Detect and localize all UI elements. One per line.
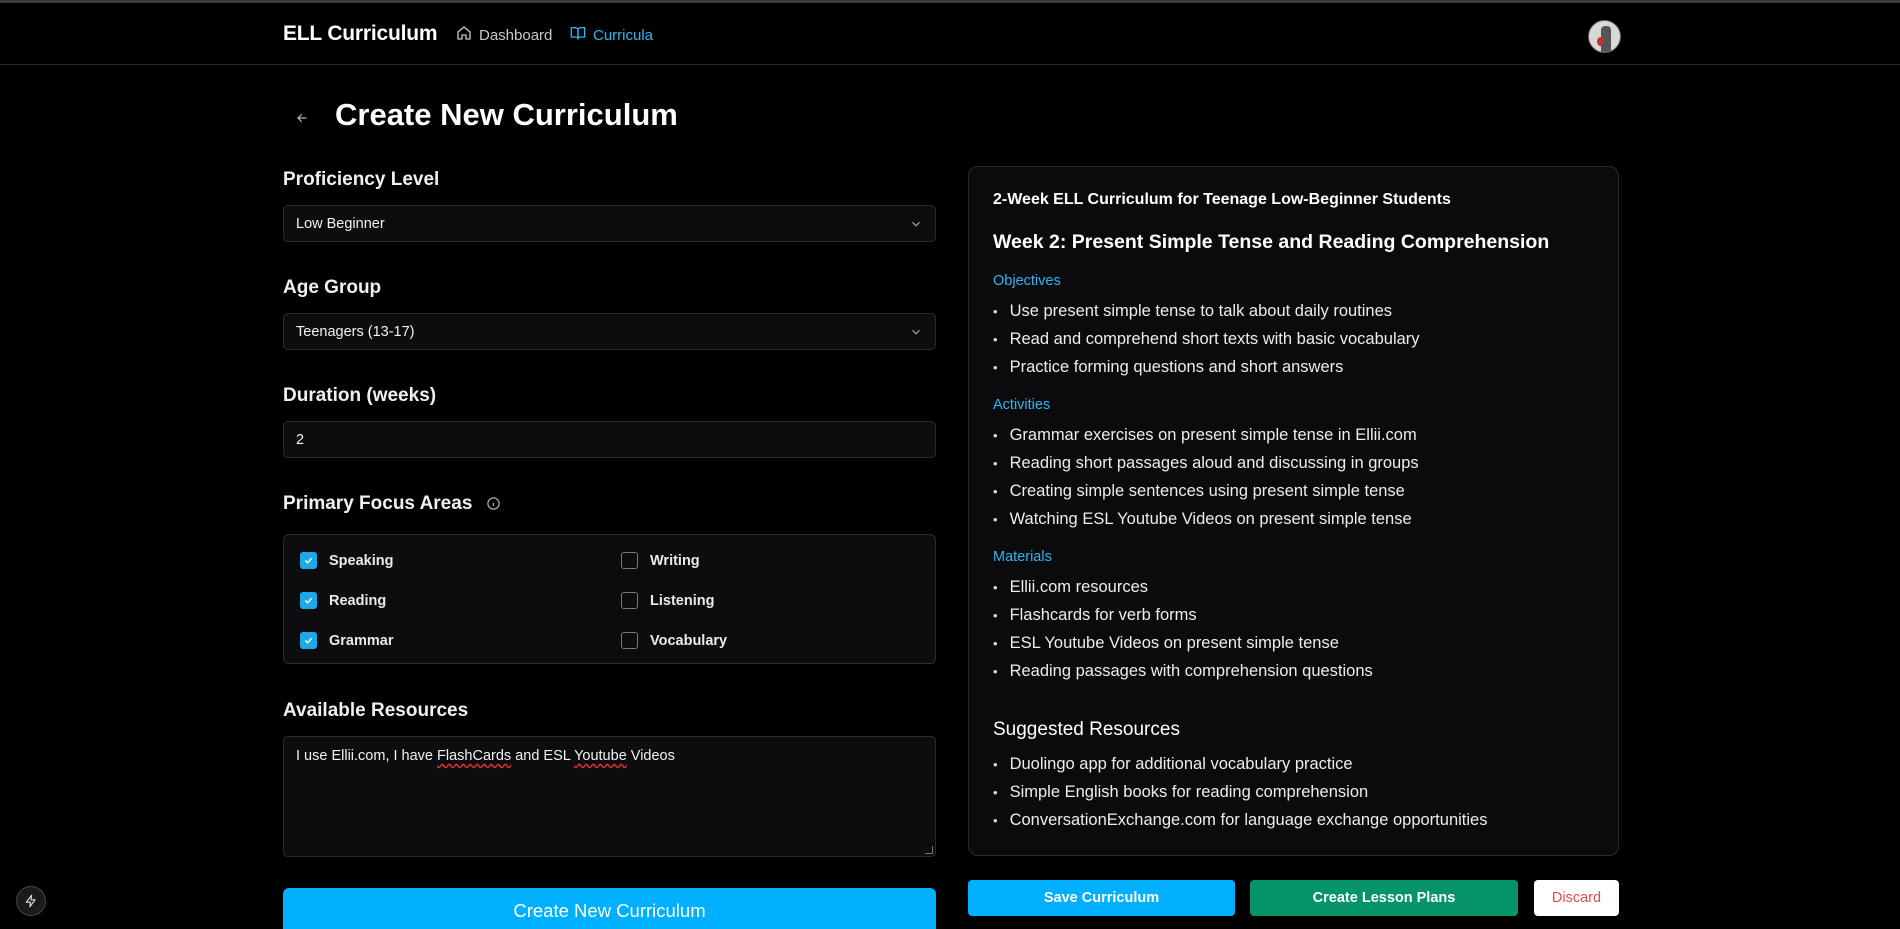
list-item: Watching ESL Youtube Videos on present s… [993,510,1419,538]
resources-text-misspelled: Youtube [574,748,627,764]
chevron-down-icon [909,325,923,339]
list-item: Simple English books for reading compreh… [993,783,1487,811]
nav-curricula[interactable]: Curricula [570,25,653,45]
list-item: Creating simple sentences using present … [993,482,1419,510]
materials-list: Ellii.com resources Flashcards for verb … [993,578,1373,690]
activities-heading: Activities [993,397,1051,413]
list-item: Flashcards for verb forms [993,606,1373,634]
proficiency-value: Low Beginner [296,215,385,232]
activities-list: Grammar exercises on present simple tens… [993,426,1419,538]
save-curriculum-button[interactable]: Save Curriculum [968,880,1235,916]
create-lesson-plans-button[interactable]: Create Lesson Plans [1250,880,1518,916]
create-curriculum-button[interactable]: Create New Curriculum [283,888,936,929]
proficiency-select[interactable]: Low Beginner [283,205,936,242]
objectives-list: Use present simple tense to talk about d… [993,302,1420,386]
page-title: Create New Curriculum [335,97,678,132]
brand-logo[interactable]: ELL Curriculum [283,22,438,46]
focus-areas-label: Primary Focus Areas [283,493,501,515]
check-icon [300,552,317,569]
curriculum-title: 2-Week ELL Curriculum for Teenage Low-Be… [993,191,1451,208]
curriculum-preview-panel: 2-Week ELL Curriculum for Teenage Low-Be… [968,166,1619,856]
week-heading: Week 2: Present Simple Tense and Reading… [993,231,1550,253]
info-icon[interactable] [486,496,501,511]
list-item: Use present simple tense to talk about d… [993,302,1420,330]
resources-text: Videos [626,748,675,764]
age-group-value: Teenagers (13-17) [296,323,415,340]
avatar[interactable] [1588,20,1621,53]
nav-dashboard-label: Dashboard [479,26,553,44]
suggested-resources-list: Duolingo app for additional vocabulary p… [993,755,1488,839]
checkbox-empty-icon [621,592,638,609]
list-item: Reading passages with comprehension ques… [993,662,1373,690]
resources-textarea[interactable]: I use Ellii.com, I have FlashCards and E… [283,736,936,857]
checkbox-label: Vocabulary [650,632,728,649]
checkbox-label: Speaking [329,552,394,569]
checkbox-label: Reading [329,592,387,609]
list-item: Read and comprehend short texts with bas… [993,330,1420,358]
list-item: Ellii.com resources [993,578,1373,606]
resources-text: I use Ellii.com, I have [296,748,438,764]
duration-label: Duration (weeks) [283,385,437,406]
checkbox-empty-icon [621,632,638,649]
focus-areas-label-text: Primary Focus Areas [283,493,473,514]
discard-button[interactable]: Discard [1534,880,1619,916]
home-icon [456,25,472,45]
duration-value: 2 [296,431,305,448]
back-button[interactable] [288,106,316,134]
book-icon [570,25,586,45]
resources-text: and ESL [511,748,575,764]
checkbox-vocabulary[interactable]: Vocabulary [621,632,727,649]
nav-dashboard[interactable]: Dashboard [456,25,552,45]
list-item: Reading short passages aloud and discuss… [993,454,1419,482]
navbar: ELL Curriculum Dashboard Curricula [0,3,1900,65]
objectives-heading: Objectives [993,273,1061,289]
age-group-label: Age Group [283,277,382,298]
list-item: Practice forming questions and short ans… [993,358,1420,386]
proficiency-label: Proficiency Level [283,169,440,190]
resize-handle[interactable] [925,846,933,854]
checkbox-reading[interactable]: Reading [300,592,386,609]
focus-areas-group: Speaking Writing Reading Listening Gramm… [283,534,936,664]
materials-heading: Materials [993,549,1052,565]
checkbox-empty-icon [621,552,638,569]
checkbox-label: Listening [650,592,715,609]
checkbox-writing[interactable]: Writing [621,552,700,569]
suggested-resources-heading: Suggested Resources [993,719,1180,740]
checkbox-grammar[interactable]: Grammar [300,632,393,649]
checkbox-speaking[interactable]: Speaking [300,552,393,569]
resources-label: Available Resources [283,700,469,721]
age-group-select[interactable]: Teenagers (13-17) [283,313,936,350]
check-icon [300,592,317,609]
resources-text-misspelled: FlashCards [437,748,512,764]
list-item: Duolingo app for additional vocabulary p… [993,755,1487,783]
checkbox-label: Writing [650,552,700,569]
duration-input[interactable]: 2 [283,421,936,458]
list-item: ESL Youtube Videos on present simple ten… [993,634,1373,662]
arrow-left-icon [295,111,309,130]
list-item: Grammar exercises on present simple tens… [993,426,1419,454]
check-icon [300,632,317,649]
nav-curricula-label: Curricula [593,26,654,44]
lightning-icon[interactable] [16,886,46,916]
chevron-down-icon [909,217,923,231]
checkbox-listening[interactable]: Listening [621,592,714,609]
list-item: ConversationExchange.com for language ex… [993,811,1488,839]
checkbox-label: Grammar [329,632,394,649]
